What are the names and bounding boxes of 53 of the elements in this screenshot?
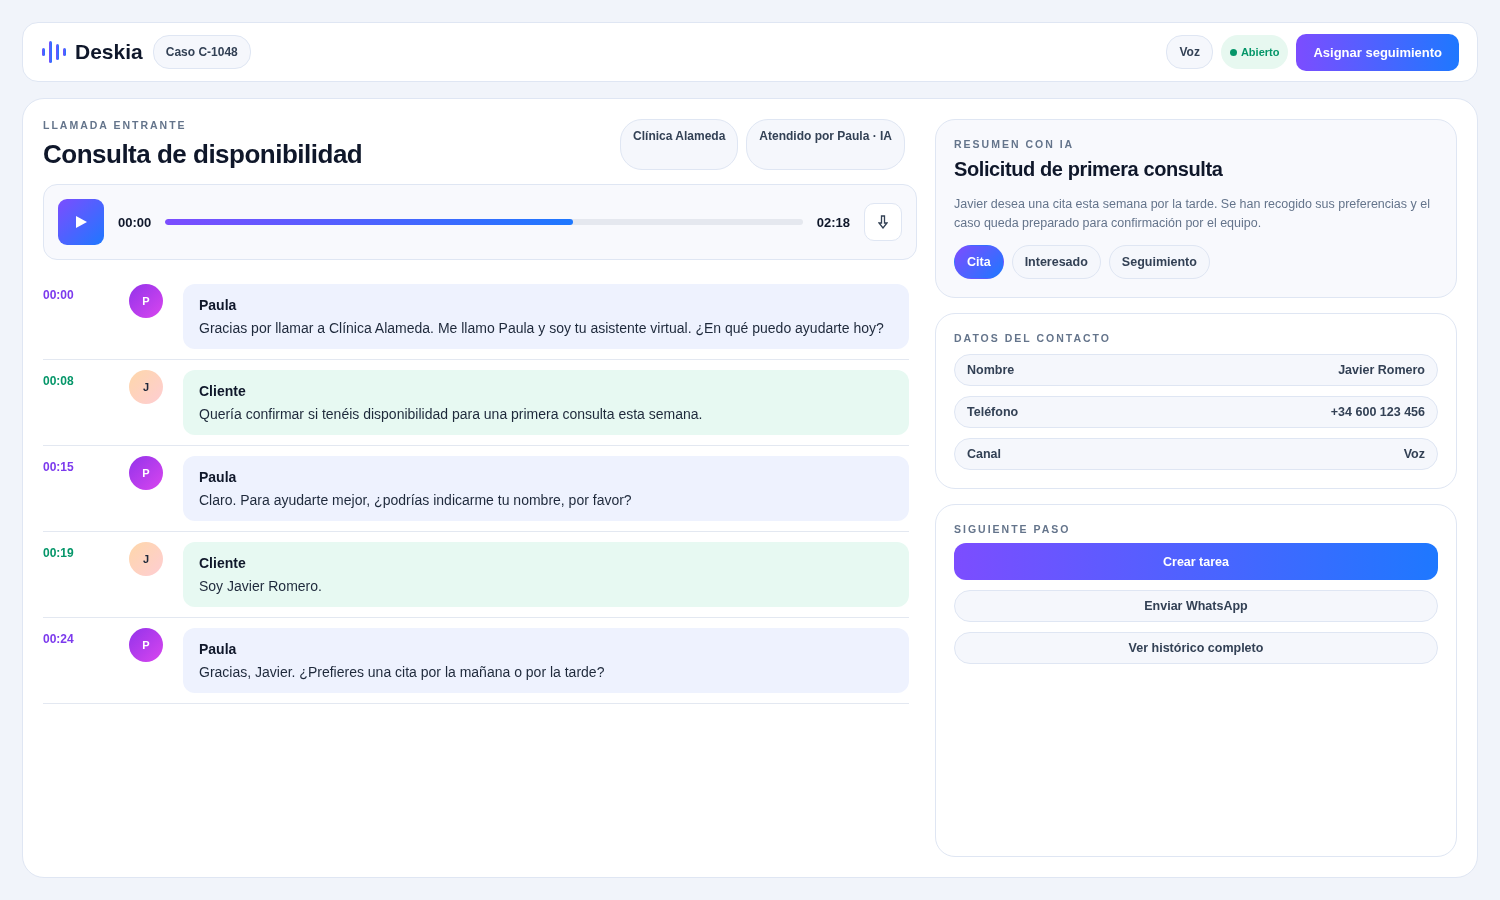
field-value: Voz xyxy=(1403,447,1425,461)
timestamp: 00:15 xyxy=(43,459,75,474)
section-label: SIGUIENTE PASO xyxy=(954,523,1072,535)
info-chip: Atendido por Paula · IA xyxy=(746,119,905,170)
tag[interactable]: Cita xyxy=(954,245,1004,279)
action-button[interactable]: Ver histórico completo xyxy=(954,632,1438,664)
duration-time: 02:18 xyxy=(816,214,850,230)
field-label: Nombre xyxy=(967,363,1015,377)
message-text: Quería confirmar si tenéis disponibilidad para una primera consulta esta semana. xyxy=(199,406,704,422)
summary-text: Javier desea una cita esta semana por la tarde. Se han recogido sus preferencias y el caso queda preparado para confirmación por el equipo. xyxy=(954,196,1431,232)
avatar: P xyxy=(129,456,163,490)
create-task-button[interactable]: Crear tarea xyxy=(954,543,1438,580)
summary-title: Solicitud de primera consulta xyxy=(954,158,1224,181)
field-label: Teléfono xyxy=(967,405,1019,419)
call-title: Consulta de disponibilidad xyxy=(43,139,363,170)
speaker-name: Cliente xyxy=(199,555,247,571)
sound-wave-icon xyxy=(41,40,67,64)
tag[interactable]: Seguimiento xyxy=(1108,245,1210,279)
play-button[interactable] xyxy=(58,199,104,245)
message-text: Claro. Para ayudarte mejor, ¿podrías indicarme tu nombre, por favor? xyxy=(199,492,633,508)
timestamp: 00:19 xyxy=(43,545,75,560)
download-icon xyxy=(878,215,888,229)
message-text: Gracias por llamar a Clínica Alameda. Me llamo Paula y soy tu asistente virtual. ¿En qué puedo ayudarte hoy? xyxy=(199,320,885,336)
action-button[interactable]: Enviar WhatsApp xyxy=(954,590,1438,622)
timestamp: 00:24 xyxy=(43,631,75,646)
avatar: P xyxy=(129,284,163,318)
avatar: P xyxy=(129,628,163,662)
speaker-name: Paula xyxy=(199,641,238,657)
download-button[interactable] xyxy=(864,203,902,241)
message-text: Gracias, Javier. ¿Prefieres una cita por la mañana o por la tarde? xyxy=(199,664,606,680)
assign-button[interactable]: Asignar seguimiento xyxy=(1296,33,1459,71)
status-badge: Abierto xyxy=(1220,35,1289,69)
tag[interactable]: Interesado xyxy=(1011,245,1101,279)
message-text: Soy Javier Romero. xyxy=(199,578,323,594)
timestamp: 00:00 xyxy=(43,287,75,302)
avatar: J xyxy=(129,542,163,576)
section-label: LLAMADA ENTRANTE xyxy=(43,119,188,131)
play-icon xyxy=(75,216,87,228)
speaker-name: Paula xyxy=(199,297,238,313)
current-time: 00:00 xyxy=(118,214,152,230)
field-value: Javier Romero xyxy=(1338,363,1425,377)
channel-badge: Voz xyxy=(1166,35,1213,69)
section-label: DATOS DEL CONTACTO xyxy=(954,332,1112,344)
avatar: J xyxy=(129,370,163,404)
field-label: Canal xyxy=(967,447,1002,461)
section-label: RESUMEN CON IA xyxy=(954,138,1076,150)
info-chip: Clínica Alameda xyxy=(620,119,739,170)
speaker-name: Cliente xyxy=(199,383,247,399)
case-badge: Caso C-1048 xyxy=(152,35,251,69)
brand-name: Deskia xyxy=(75,40,143,64)
timestamp: 00:08 xyxy=(43,373,75,388)
field-value: +34 600 123 456 xyxy=(1330,405,1425,419)
speaker-name: Paula xyxy=(199,469,238,485)
